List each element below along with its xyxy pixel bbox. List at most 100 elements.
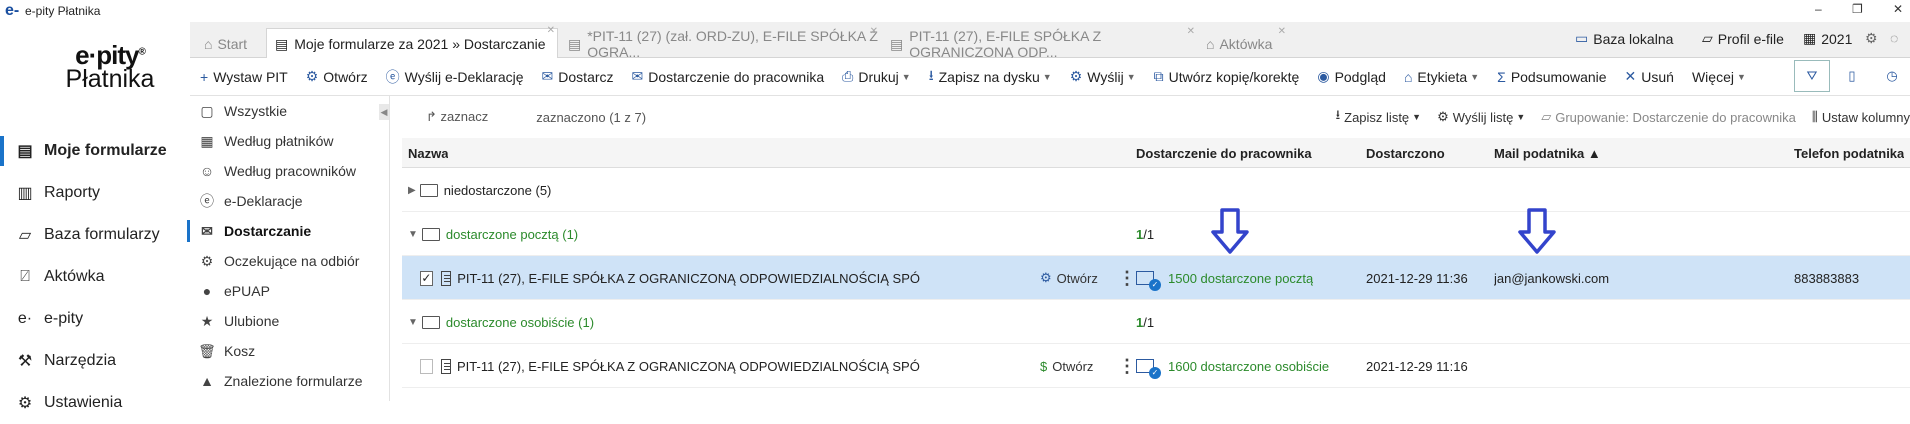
group-count-total: /1 bbox=[1143, 226, 1155, 242]
nav-item-moje-formularze[interactable]: ▤ Moje formularze bbox=[0, 130, 190, 172]
subnav-item-epuap[interactable]: ● ePUAP bbox=[190, 276, 389, 306]
tab-pit11-draft[interactable]: ▤ *PIT-11 (27) (zał. ORD-ZU), E-FILE SPÓŁ… bbox=[560, 26, 880, 60]
toolbar-label: Podsumowanie bbox=[1510, 68, 1607, 85]
down-arrow-annotation-2 bbox=[1518, 208, 1556, 254]
group-row[interactable]: ▼ dostarczone osobiście (1) 1/1 bbox=[402, 300, 1910, 344]
tab-close-icon[interactable]: ✕ bbox=[870, 26, 878, 37]
open-button[interactable]: ⚙ Otwórz bbox=[1040, 256, 1098, 300]
group-count: 1/1 bbox=[1136, 300, 1154, 344]
toolbar-icon: ⚙ bbox=[1069, 68, 1083, 84]
tab-start[interactable]: ⌂ Start bbox=[196, 30, 254, 58]
caret-right-icon[interactable]: ▶ bbox=[408, 185, 416, 196]
toolbar-drukuj-button[interactable]: ⎙ Drukuj ▼ bbox=[842, 68, 911, 85]
nav-item-raporty[interactable]: ▥ Raporty bbox=[0, 172, 190, 214]
close-button[interactable]: ✕ bbox=[1893, 2, 1903, 16]
toolbar-wyślij-e-deklarację-button[interactable]: ⓔ Wyślij e-Deklarację bbox=[386, 67, 524, 87]
subnav-icon: ☺ bbox=[199, 163, 215, 179]
col-phone[interactable]: Telefon podatnika bbox=[1794, 138, 1904, 168]
toolbar-dostarcz-button[interactable]: ✉ Dostarcz bbox=[542, 68, 614, 85]
sidebar: e·pity® Płatnika ▤ Moje formularze ▥ Raport… bbox=[0, 22, 190, 412]
tab-close-icon[interactable]: ✕ bbox=[547, 25, 555, 36]
toolbar-etykieta-button[interactable]: ⌂ Etykieta ▼ bbox=[1404, 69, 1479, 85]
save-list-button[interactable]: ⭳ Zapisz listę ▼ bbox=[1336, 106, 1422, 128]
subnav-item-kosz[interactable]: 🗑 Kosz bbox=[190, 336, 389, 366]
row-checkbox[interactable] bbox=[420, 358, 433, 374]
subnav-icon: ★ bbox=[200, 312, 214, 329]
document-icon bbox=[440, 358, 452, 374]
columns-button[interactable]: ⫼ Ustaw kolumny bbox=[1812, 109, 1910, 125]
tab-pit11[interactable]: ▤ PIT-11 (27), E-FILE SPÓŁKA Z OGRANICZON… bbox=[882, 26, 1197, 60]
subnav-item-e-deklaracje[interactable]: ⓔ e-Deklaracje bbox=[190, 186, 389, 216]
nav-item-aktówka[interactable]: ⍁ Aktówka bbox=[0, 256, 190, 298]
toolbar-icon: ✉ bbox=[541, 68, 554, 84]
subnav-item-ulubione[interactable]: ★ Ulubione bbox=[190, 306, 389, 336]
brand-line2: Płatnika bbox=[65, 65, 155, 93]
subnav-item-dostarczanie[interactable]: ✉ Dostarczanie bbox=[187, 216, 389, 246]
subnav-item-wszystkie[interactable]: ▢ Wszystkie bbox=[190, 96, 389, 126]
more-options-icon[interactable]: ⋮ bbox=[1118, 256, 1136, 300]
toolbar-otwórz-button[interactable]: ⚙ Otwórz bbox=[306, 68, 368, 85]
subnav-icon: ▦ bbox=[200, 132, 214, 149]
toolbar-podgląd-button[interactable]: ◉ Podgląd bbox=[1317, 68, 1386, 85]
settings-icon: ⚙ bbox=[1040, 270, 1052, 285]
open-label: Otwórz bbox=[1052, 358, 1094, 374]
group-row[interactable]: ▶ niedostarczone (5) bbox=[402, 168, 1910, 212]
send-list-button[interactable]: ⚙ Wyślij listę ▼ bbox=[1437, 109, 1525, 125]
toolbar-wyślij-button[interactable]: ⚙ Wyślij ▼ bbox=[1070, 68, 1136, 85]
toolbar-label: Wyślij e-Deklarację bbox=[404, 68, 524, 85]
battery-icon[interactable]: ▯ bbox=[1834, 60, 1870, 92]
nav-item-baza-formularzy[interactable]: ▱ Baza formularzy bbox=[0, 214, 190, 256]
local-db-button[interactable]: ▭ Baza lokalna bbox=[1575, 30, 1673, 47]
subnav-icon: ▢ bbox=[200, 102, 214, 119]
toolbar-wystaw-pit-button[interactable]: + Wystaw PIT bbox=[200, 69, 288, 85]
open-button[interactable]: $ Otwórz bbox=[1040, 344, 1093, 388]
tab-label: *PIT-11 (27) (zał. ORD-ZU), E-FILE SPÓŁK… bbox=[587, 28, 878, 60]
group-row[interactable]: ▼ dostarczone pocztą (1) 1/1 bbox=[402, 212, 1910, 256]
subnav-item-znalezione-formularze[interactable]: ▲ Znalezione formularze bbox=[190, 366, 389, 396]
filter-icon[interactable]: ⛛ bbox=[1794, 60, 1830, 92]
toolbar-podsumowanie-button[interactable]: Σ Podsumowanie bbox=[1497, 69, 1606, 85]
subnav-item-według-płatników[interactable]: ▦ Według płatników bbox=[190, 126, 389, 156]
maximize-button[interactable]: ❐ bbox=[1852, 2, 1863, 16]
nav-item-e-pity[interactable]: e· e-pity bbox=[0, 298, 190, 340]
group-count-value: 1 bbox=[1136, 314, 1144, 330]
toolbar-usuń-button[interactable]: ✕ Usuń bbox=[1625, 68, 1674, 85]
nav-item-narzędzia[interactable]: ⚒ Narzędzia bbox=[0, 340, 190, 382]
toolbar-icon: ✕ bbox=[1624, 68, 1637, 84]
year-button[interactable]: ▦ 2021 bbox=[1803, 30, 1852, 47]
col-delivered[interactable]: Dostarczono bbox=[1366, 138, 1445, 168]
caret-down-icon[interactable]: ▼ bbox=[408, 317, 418, 328]
tab-close-icon[interactable]: ✕ bbox=[1278, 26, 1286, 37]
tab-aktowka[interactable]: ⌂ Aktówka ✕ bbox=[1198, 26, 1288, 58]
toolbar-utwórz-kopię-korektę-button[interactable]: ⧉ Utwórz kopię/korektę bbox=[1154, 68, 1300, 85]
settings-gear-icon[interactable]: ⚙ bbox=[1865, 30, 1878, 47]
subnav-item-oczekujące-na-odbiór[interactable]: ⚙ Oczekujące na odbiór bbox=[190, 246, 389, 276]
caret-down-icon[interactable]: ▼ bbox=[408, 229, 418, 240]
row-checkbox[interactable]: ✓ bbox=[420, 270, 433, 286]
subnav-item-według-pracowników[interactable]: ☺ Według pracowników bbox=[190, 156, 389, 186]
col-name[interactable]: Nazwa bbox=[408, 138, 448, 168]
nav-item-ustawienia[interactable]: ⚙ Ustawienia bbox=[0, 382, 190, 424]
grouping-button[interactable]: ▱ Grupowanie: Dostarczenie do pracownika bbox=[1541, 109, 1796, 125]
toolbar-dostarczenie-do-pracownika-button[interactable]: ✉ Dostarczenie do pracownika bbox=[632, 68, 825, 85]
profile-button[interactable]: ▱ Profil e-file bbox=[1702, 30, 1784, 47]
grouping-label: Grupowanie: Dostarczenie do pracownika bbox=[1555, 109, 1796, 125]
minimize-button[interactable]: – bbox=[1815, 2, 1822, 16]
table-row[interactable]: PIT-11 (27), E-FILE SPÓŁKA Z OGRANICZONĄ… bbox=[402, 344, 1910, 388]
toolbar-icon: ✉ bbox=[631, 68, 644, 84]
mark-button[interactable]: ↱ zaznacz bbox=[426, 109, 488, 125]
table-row[interactable]: ✓ PIT-11 (27), E-FILE SPÓŁKA Z OGRANICZON… bbox=[402, 256, 1910, 300]
delivery-cell: 1600 dostarczone osobiście bbox=[1136, 344, 1329, 388]
col-delivery[interactable]: Dostarczenie do pracownika bbox=[1136, 138, 1312, 168]
toolbar-label: Usuń bbox=[1641, 68, 1674, 85]
subnav-label: Kosz bbox=[224, 343, 256, 359]
toolbar-zapisz-na-dysku-button[interactable]: ⭳ Zapisz na dysku ▼ bbox=[929, 65, 1052, 89]
briefcase-icon: ⍁ bbox=[20, 268, 30, 285]
more-options-icon[interactable]: ⋮ bbox=[1118, 344, 1136, 388]
clock-icon[interactable]: ◷ bbox=[1874, 60, 1910, 92]
toolbar-więcej-button[interactable]: Więcej ▼ bbox=[1692, 69, 1746, 85]
tab-close-icon[interactable]: ✕ bbox=[1187, 26, 1195, 37]
col-mail[interactable]: Mail podatnika ▲ bbox=[1494, 138, 1601, 168]
tab-moje-formularze[interactable]: ▤ Moje formularze za 2021 » Dostarczanie ✕ bbox=[266, 25, 558, 59]
help-icon[interactable]: ◌ bbox=[1890, 30, 1898, 46]
